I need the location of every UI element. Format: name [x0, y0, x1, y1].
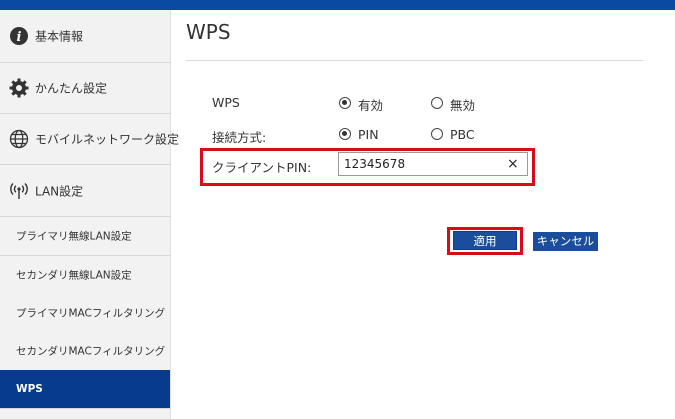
- sidebar-item-lan[interactable]: LAN設定: [0, 165, 170, 217]
- sidebar-item-easy-setup[interactable]: かんたん設定: [0, 63, 170, 114]
- wps-enable-radio[interactable]: [339, 97, 351, 109]
- pin-row-highlight: [200, 148, 535, 186]
- sidebar-item-primary-mac-filter[interactable]: プライマリMACフィルタリング: [0, 294, 170, 333]
- wps-disable-label[interactable]: 無効: [450, 95, 475, 114]
- top-bar: [0, 0, 675, 10]
- info-icon: i: [9, 26, 29, 46]
- wps-label: WPS: [212, 95, 240, 110]
- page-title: WPS: [186, 20, 231, 44]
- method-pbc-radio[interactable]: [431, 128, 443, 140]
- wireless-icon: [9, 181, 29, 201]
- gear-icon: [9, 78, 29, 98]
- sidebar-item-mobile-network[interactable]: モバイルネットワーク設定: [0, 114, 179, 165]
- method-pin-label[interactable]: PIN: [358, 127, 379, 142]
- sidebar-item-secondary-mac-filter[interactable]: セカンダリMACフィルタリング: [0, 332, 170, 371]
- title-divider: [186, 60, 643, 61]
- sidebar: i 基本情報 かんたん設定 モバイルネットワーク設定 LAN設定 プライマリ無線…: [0, 10, 179, 419]
- sidebar-item-secondary-wlan[interactable]: セカンダリ無線LAN設定: [0, 256, 170, 295]
- sidebar-item-wps[interactable]: WPS: [0, 370, 170, 409]
- svg-text:i: i: [17, 30, 22, 45]
- globe-icon: [9, 129, 29, 149]
- sidebar-item-basic-info[interactable]: i 基本情報: [0, 10, 170, 63]
- method-pbc-label[interactable]: PBC: [450, 127, 475, 142]
- apply-button-highlight: [447, 227, 523, 255]
- cancel-button[interactable]: キャンセル: [533, 232, 598, 251]
- sidebar-item-primary-wlan[interactable]: プライマリ無線LAN設定: [0, 217, 170, 256]
- wps-enable-label[interactable]: 有効: [358, 95, 383, 114]
- wps-disable-radio[interactable]: [431, 97, 443, 109]
- connection-method-label: 接続方式:: [212, 130, 267, 145]
- method-pin-radio[interactable]: [339, 128, 351, 140]
